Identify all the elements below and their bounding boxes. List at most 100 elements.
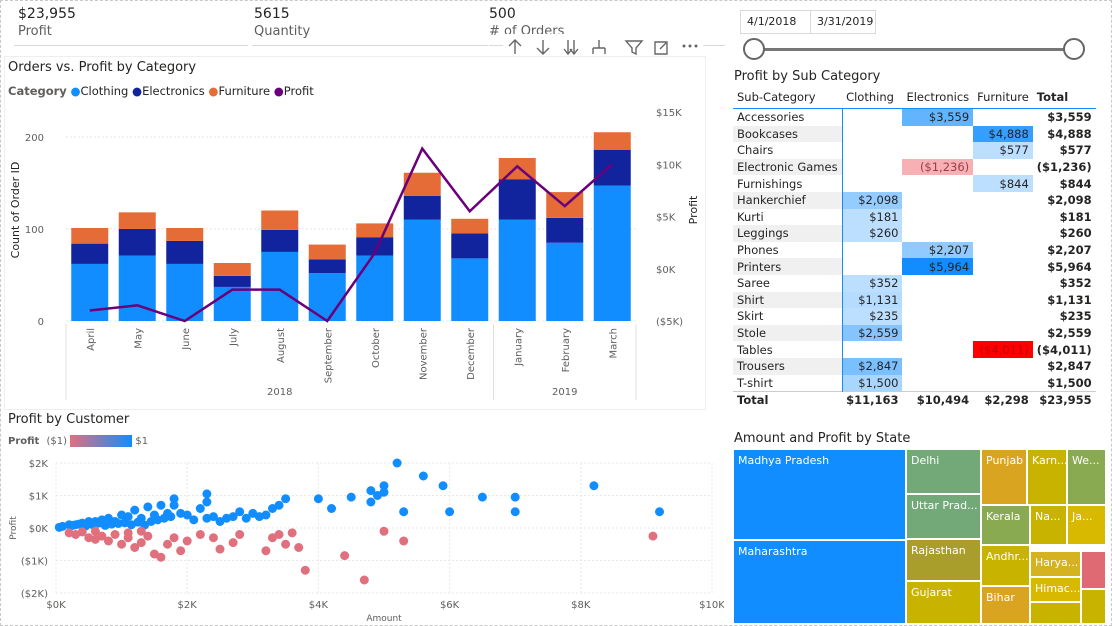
scatter-point[interactable] <box>418 471 428 481</box>
date-range-track[interactable] <box>752 48 1074 51</box>
bar-clothing[interactable] <box>403 219 441 321</box>
bar-electronics[interactable] <box>308 259 346 274</box>
scatter-point[interactable] <box>169 494 179 504</box>
bar-electronics[interactable] <box>213 275 251 287</box>
scatter-point[interactable] <box>169 533 179 543</box>
bar-electronics[interactable] <box>118 228 156 256</box>
bar-clothing[interactable] <box>546 242 584 321</box>
scatter-point[interactable] <box>130 505 140 515</box>
matrix-cell[interactable]: $1,131 <box>842 291 903 309</box>
treemap-tile[interactable]: Andhr... <box>981 545 1030 586</box>
matrix-cell[interactable] <box>902 358 973 375</box>
matrix-row[interactable]: Accessories $3,559 $3,559 <box>733 108 1096 126</box>
bar-furniture[interactable] <box>451 218 489 234</box>
matrix-row[interactable]: Trousers $2,847 $2,847 <box>733 357 1096 375</box>
scatter-point[interactable] <box>589 481 599 491</box>
bar-furniture[interactable] <box>213 262 251 276</box>
bar-clothing[interactable] <box>213 286 251 321</box>
scatter-point[interactable] <box>287 528 297 538</box>
scatter-point[interactable] <box>346 492 356 502</box>
matrix-row[interactable]: Hankerchief $2,098 $2,098 <box>733 191 1096 209</box>
bar-furniture[interactable] <box>118 212 156 229</box>
drill-up-icon[interactable] <box>508 39 522 54</box>
scatter-point[interactable] <box>327 504 337 513</box>
scatter-point[interactable] <box>136 538 146 548</box>
matrix-cell[interactable] <box>973 292 1033 309</box>
scatter-point[interactable] <box>445 507 455 517</box>
focus-mode-icon[interactable] <box>654 41 668 55</box>
scatter-point[interactable] <box>202 497 212 507</box>
scatter-point[interactable] <box>648 531 658 541</box>
treemap-tile[interactable]: Karn... <box>1027 449 1067 505</box>
matrix-cell[interactable] <box>973 308 1033 325</box>
scatter-point[interactable] <box>261 546 271 556</box>
scatter-point[interactable] <box>300 565 310 575</box>
treemap-tile[interactable]: Gujarat <box>906 581 981 624</box>
matrix-cell[interactable] <box>842 341 902 358</box>
bar-furniture[interactable] <box>593 132 631 150</box>
matrix-cell[interactable]: $235 <box>842 308 903 325</box>
scatter-point[interactable] <box>281 539 291 549</box>
scatter-point[interactable] <box>228 512 238 522</box>
expand-hierarchy-icon[interactable] <box>592 40 606 54</box>
matrix-row[interactable]: Kurti $181 $181 <box>733 208 1096 226</box>
matrix-row[interactable]: Shirt $1,131 $1,131 <box>733 291 1096 309</box>
matrix-cell[interactable] <box>973 275 1033 292</box>
scatter-point[interactable] <box>208 533 218 543</box>
treemap-tile[interactable]: Ja... <box>1067 505 1106 545</box>
matrix-row[interactable]: Electronic Games ($1,236) ($1,236) <box>733 158 1096 176</box>
scatter-point[interactable] <box>235 530 245 539</box>
scatter-point[interactable] <box>156 500 166 510</box>
scatter-point[interactable] <box>228 538 238 548</box>
legend-item-profit[interactable]: ●Profit <box>274 84 314 98</box>
treemap-tile[interactable]: Madhya Pradesh <box>733 449 906 540</box>
profit-matrix[interactable]: Sub-Category Clothing Electronics Furniture… <box>733 86 1096 409</box>
matrix-cell[interactable]: $4,888 <box>973 125 1033 143</box>
matrix-cell[interactable] <box>842 159 902 176</box>
bar-furniture[interactable] <box>71 227 109 244</box>
matrix-header[interactable]: Furniture <box>973 86 1033 109</box>
treemap-tile[interactable]: Maharashtra <box>733 540 906 624</box>
scatter-point[interactable] <box>163 508 173 518</box>
combo-chart[interactable]: 0 100 200 ($5K) $0K $5K $10K $15K Count of Order… <box>4 100 704 405</box>
date-range-start-handle[interactable] <box>743 38 765 60</box>
matrix-cell[interactable]: ($4,011) <box>973 341 1033 358</box>
matrix-cell[interactable]: $577 <box>973 142 1033 159</box>
matrix-cell[interactable] <box>973 258 1033 275</box>
matrix-cell[interactable] <box>973 225 1033 242</box>
scatter-point[interactable] <box>176 546 186 556</box>
scatter-point[interactable] <box>261 510 271 520</box>
matrix-cell[interactable]: $352 <box>842 274 903 292</box>
matrix-row[interactable]: Printers $5,964 $5,964 <box>733 258 1096 275</box>
expand-all-icon[interactable] <box>563 40 579 56</box>
matrix-cell[interactable] <box>973 375 1033 392</box>
matrix-cell[interactable] <box>902 126 973 143</box>
matrix-cell[interactable]: $2,847 <box>842 357 903 375</box>
scatter-point[interactable] <box>189 515 199 525</box>
scatter-point[interactable] <box>510 492 520 502</box>
legend-item-clothing[interactable]: ●Clothing <box>70 84 128 98</box>
matrix-row[interactable]: Saree $352 $352 <box>733 274 1096 292</box>
scatter-chart[interactable]: $2K$1K$0K($1K)($2K)$0K $2K $4K $6K $8K $10KAm… <box>4 452 724 624</box>
matrix-cell[interactable] <box>973 192 1033 209</box>
matrix-cell[interactable] <box>902 209 973 226</box>
matrix-row[interactable]: Phones $2,207 $2,207 <box>733 241 1096 259</box>
matrix-cell[interactable]: $2,559 <box>842 324 903 342</box>
bar-electronics[interactable] <box>403 195 441 220</box>
scatter-point[interactable] <box>143 502 153 512</box>
matrix-cell[interactable] <box>902 142 973 159</box>
treemap-tile[interactable]: Na... <box>1030 505 1067 545</box>
matrix-cell[interactable]: $2,098 <box>842 191 903 209</box>
kpi-quantity-card[interactable]: 5615 Quantity <box>254 6 474 46</box>
treemap-tile[interactable]: Kerala <box>981 505 1030 545</box>
matrix-cell[interactable] <box>902 375 973 392</box>
scatter-point[interactable] <box>281 494 291 504</box>
scatter-point[interactable] <box>54 522 64 532</box>
scatter-point[interactable] <box>366 497 376 507</box>
treemap-tile[interactable]: We... <box>1067 449 1106 505</box>
scatter-point[interactable] <box>110 530 120 539</box>
matrix-cell[interactable] <box>902 175 973 192</box>
treemap-tile[interactable] <box>1030 602 1081 624</box>
matrix-row[interactable]: Stole $2,559 $2,559 <box>733 324 1096 342</box>
kpi-profit-card[interactable]: $23,955 Profit <box>18 6 248 46</box>
